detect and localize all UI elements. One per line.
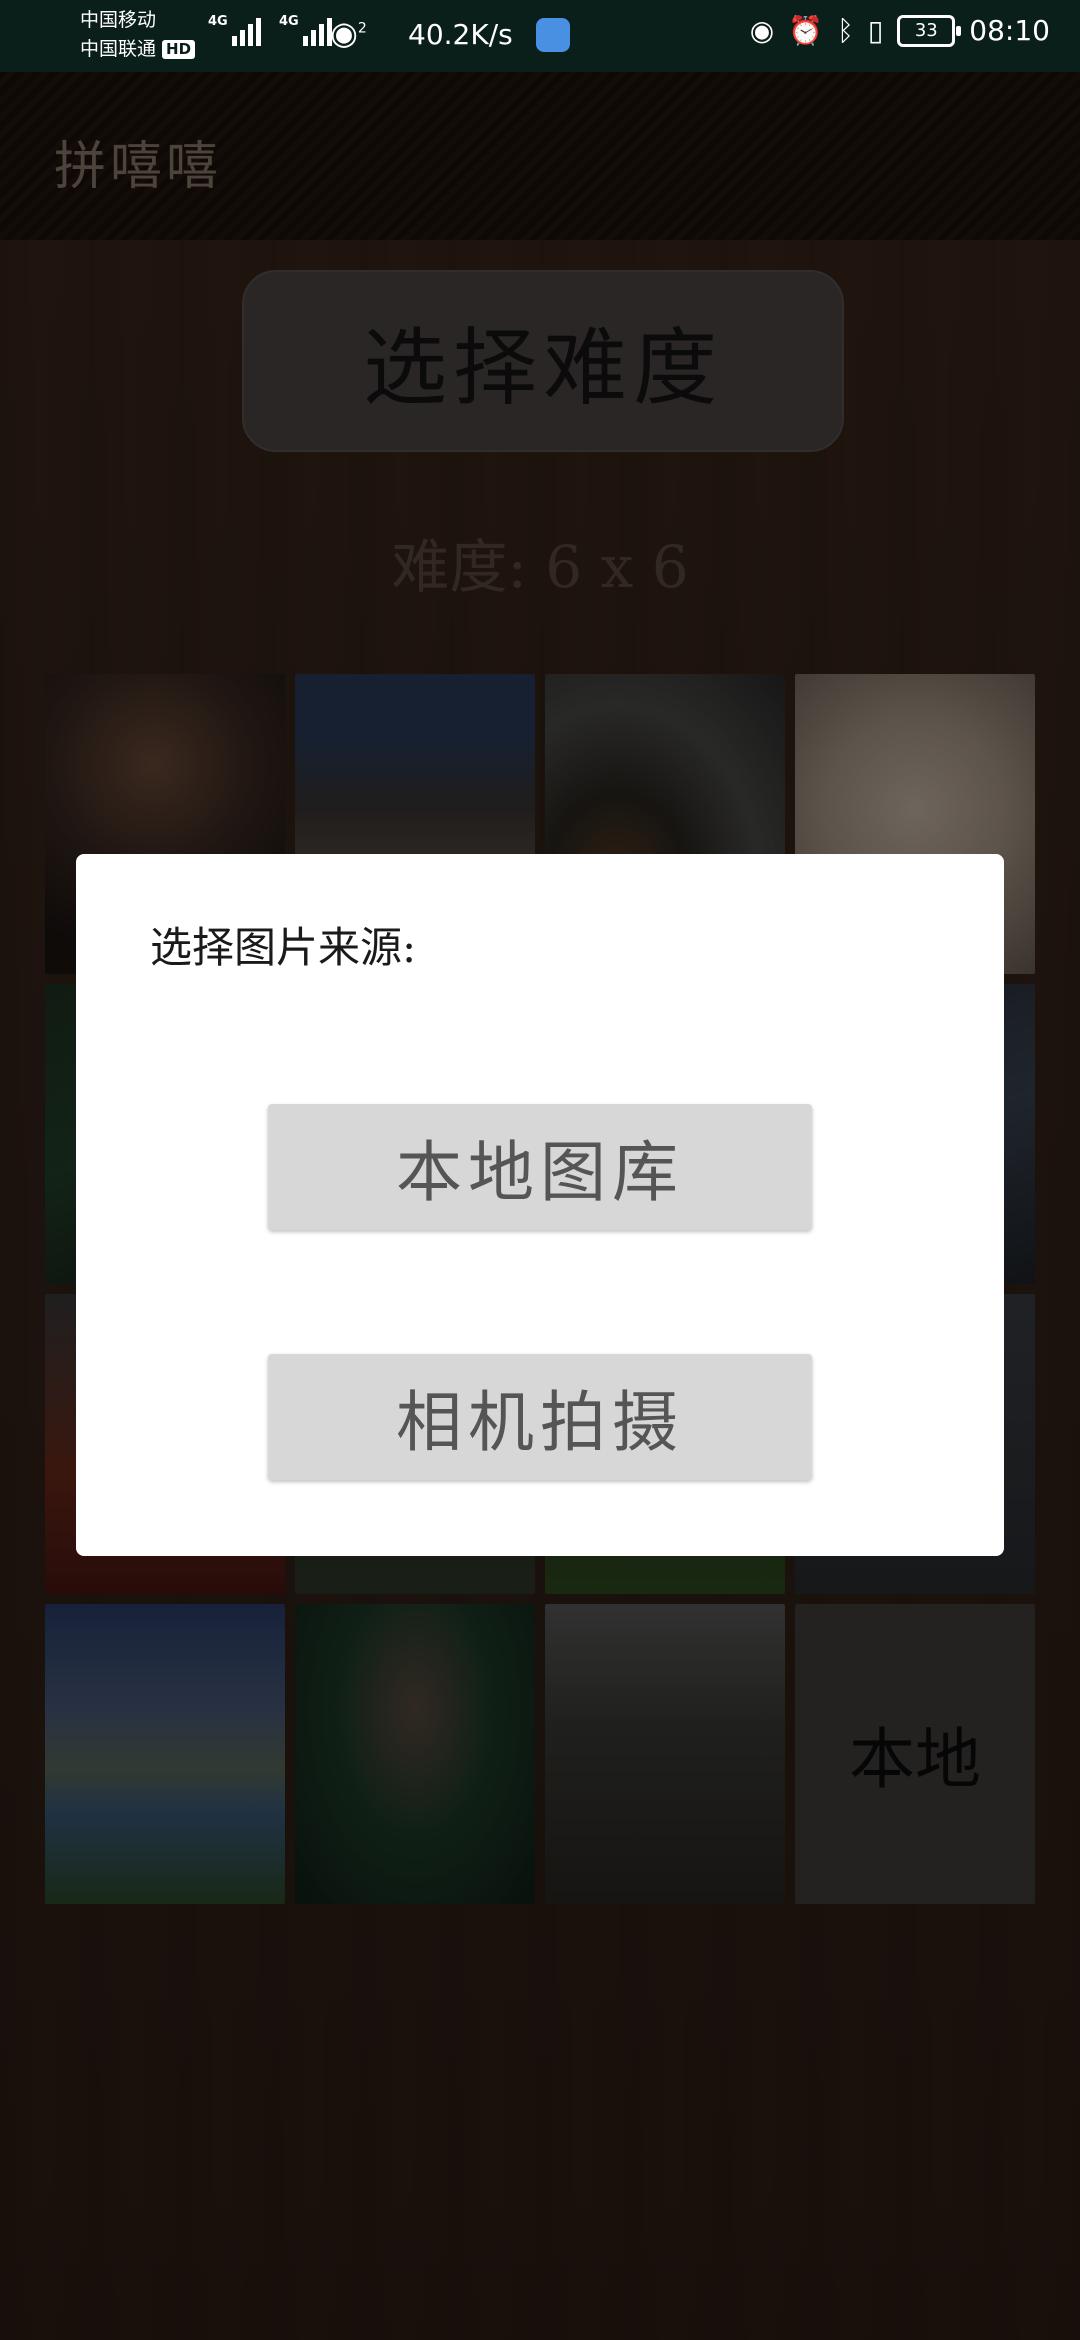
dialog-title: 选择图片来源: [150, 923, 417, 972]
status-bar: 中国移动 中国联通 HD 4G 4G ◉2 40.2K/s ◉ ⏰ ᛒ ▯ 33… [0, 0, 1080, 72]
image-source-dialog: 选择图片来源: 本地图库 相机拍摄 [76, 854, 1004, 1556]
local-gallery-button[interactable]: 本地图库 [268, 1104, 812, 1230]
signal-icon: 4G [208, 14, 261, 46]
vibrate-icon: ▯ [867, 14, 884, 47]
status-right: ◉ ⏰ ᛒ ▯ 33 08:10 [750, 14, 1050, 47]
carrier-info: 中国移动 中国联通 HD [80, 6, 196, 64]
hd-badge: HD [162, 40, 196, 59]
signal-strength: 4G 4G [208, 14, 332, 46]
wifi-icon: ◉2 [330, 14, 367, 52]
battery-icon: 33 [897, 14, 962, 47]
clock: 08:10 [969, 14, 1050, 47]
carrier-2: 中国联通 [80, 38, 157, 60]
signal-icon: 4G [279, 14, 332, 46]
app-notification-icon [536, 18, 570, 52]
bluetooth-icon: ᛒ [837, 14, 854, 47]
carrier-1: 中国移动 [80, 9, 157, 31]
alarm-icon: ⏰ [788, 14, 824, 47]
network-speed: 40.2K/s [408, 18, 513, 51]
camera-capture-button[interactable]: 相机拍摄 [268, 1354, 812, 1480]
eye-icon: ◉ [749, 14, 775, 47]
